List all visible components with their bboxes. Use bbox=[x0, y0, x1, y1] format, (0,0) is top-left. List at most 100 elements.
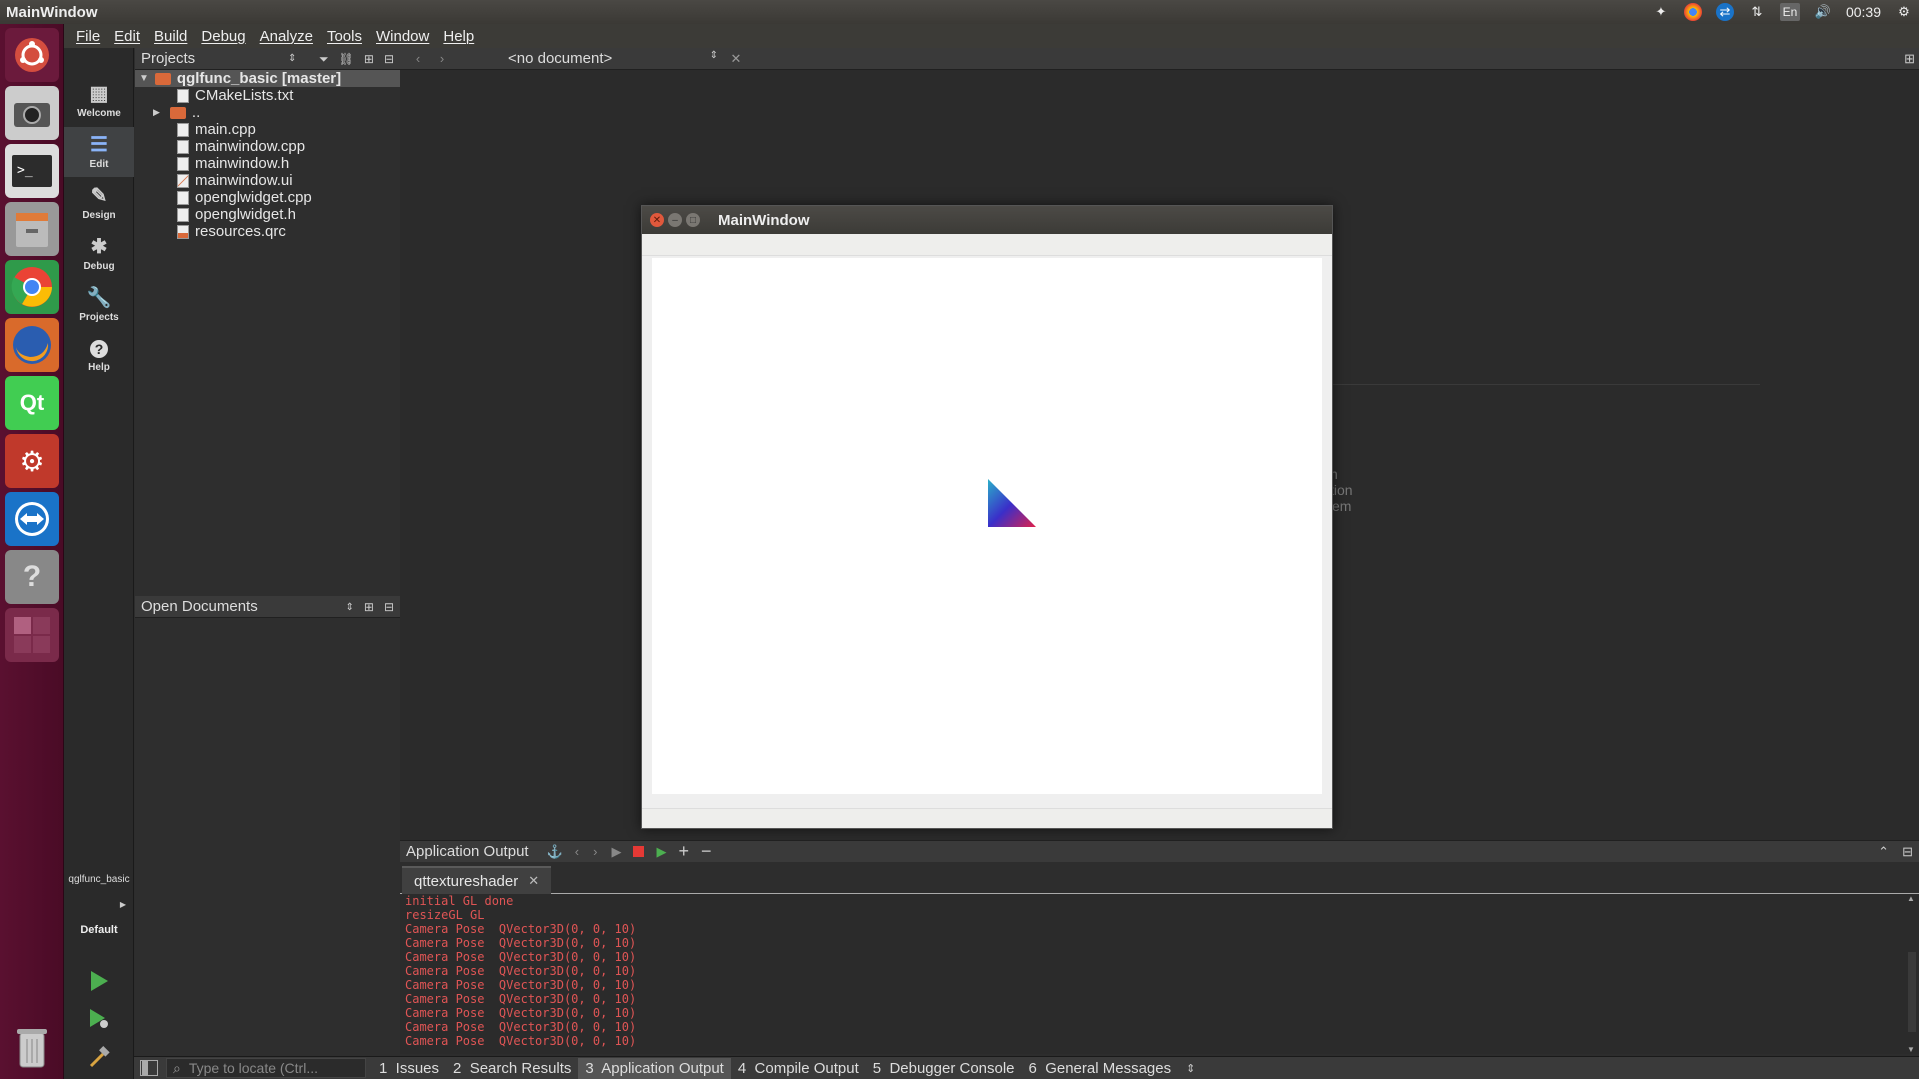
dropbox-icon[interactable]: ✦ bbox=[1652, 3, 1670, 21]
tree-file[interactable]: mainwindow.ui bbox=[135, 172, 400, 189]
close-pane-icon[interactable]: ⊟ bbox=[384, 52, 394, 66]
chrome-icon[interactable] bbox=[5, 260, 59, 314]
keyboard-layout-indicator[interactable]: En bbox=[1779, 3, 1800, 21]
output-scrollbar[interactable]: ▲ ▼ bbox=[1905, 894, 1919, 1054]
mode-edit[interactable]: ☰ Edit bbox=[64, 127, 134, 177]
network-icon[interactable]: ⇅ bbox=[1748, 3, 1766, 21]
tree-file[interactable]: resources.qrc bbox=[135, 223, 400, 240]
tree-file[interactable]: mainwindow.cpp bbox=[135, 138, 400, 155]
more-panes-arrows-icon[interactable]: ⇕ bbox=[1186, 1062, 1195, 1075]
mode-debug[interactable]: ✱ Debug bbox=[64, 229, 134, 279]
close-pane-icon[interactable]: ⊟ bbox=[384, 600, 394, 614]
output-pane-header: Application Output ⚓ ‹ › ▶ ▶ + − ⌃ ⊟ bbox=[400, 840, 1919, 862]
tree-file[interactable]: main.cpp bbox=[135, 121, 400, 138]
tree-file[interactable]: openglwidget.h bbox=[135, 206, 400, 223]
project-root[interactable]: ▼ qglfunc_basic [master] bbox=[135, 70, 400, 87]
opengl-widget[interactable] bbox=[652, 258, 1322, 794]
mode-welcome[interactable]: ▦ Welcome bbox=[64, 76, 134, 126]
tab-compile-output[interactable]: 4 Compile Output bbox=[731, 1058, 866, 1079]
tree-file[interactable]: mainwindow.h bbox=[135, 155, 400, 172]
window-maximize-button[interactable]: □ bbox=[686, 213, 700, 227]
tree-file[interactable]: openglwidget.cpp bbox=[135, 189, 400, 206]
build-button[interactable] bbox=[84, 1042, 114, 1072]
expand-arrow-icon[interactable]: ▶ bbox=[153, 107, 160, 118]
document-selector[interactable]: <no document> ⇕ bbox=[508, 50, 728, 67]
hint-line: tion bbox=[1330, 482, 1353, 498]
tree-folder[interactable]: ▶ .. bbox=[135, 104, 400, 121]
workspace-switcher-icon[interactable] bbox=[5, 608, 59, 662]
screenshot-app-icon[interactable] bbox=[5, 86, 59, 140]
locator-input[interactable]: ⌕ Type to locate (Ctrl... bbox=[166, 1058, 366, 1078]
link-icon[interactable]: ⛓ bbox=[339, 52, 354, 66]
view-selector-arrows-icon[interactable]: ⇕ bbox=[288, 53, 296, 64]
debug-attach-icon[interactable]: ▶ bbox=[656, 844, 666, 860]
menu-window[interactable]: Window bbox=[376, 28, 429, 45]
window-close-button[interactable]: ✕ bbox=[650, 213, 664, 227]
ubuntu-dash-icon[interactable] bbox=[5, 28, 59, 82]
filter-icon[interactable]: ⏷ bbox=[319, 52, 329, 67]
close-pane-icon[interactable]: ⊟ bbox=[1902, 844, 1913, 860]
menu-analyze[interactable]: Analyze bbox=[260, 28, 313, 45]
mode-projects[interactable]: 🔧 Projects bbox=[64, 280, 134, 330]
tab-general-messages[interactable]: 6 General Messages bbox=[1022, 1058, 1179, 1079]
tab-debugger-console[interactable]: 5 Debugger Console bbox=[866, 1058, 1022, 1079]
tree-file[interactable]: CMakeLists.txt bbox=[135, 87, 400, 104]
prev-item-icon[interactable]: ‹ bbox=[575, 844, 579, 859]
terminal-icon[interactable]: >_ bbox=[5, 144, 59, 198]
tab-application-output[interactable]: 3 Application Output bbox=[578, 1057, 731, 1079]
system-settings-icon[interactable]: ⚙ bbox=[5, 434, 59, 488]
menu-help[interactable]: Help bbox=[443, 28, 474, 45]
clock[interactable]: 00:39 bbox=[1846, 4, 1881, 20]
zoom-in-icon[interactable]: + bbox=[678, 841, 689, 862]
split-editor-icon[interactable]: ⊞ bbox=[1904, 51, 1915, 67]
scroll-down-icon[interactable]: ▼ bbox=[1907, 1045, 1915, 1054]
file-icon bbox=[177, 88, 189, 103]
application-output-text[interactable]: initial GL done resizeGL GL Camera Pose … bbox=[400, 894, 1905, 1054]
firefox-icon[interactable] bbox=[5, 318, 59, 372]
projects-panel-title[interactable]: Projects bbox=[141, 50, 195, 67]
mode-design[interactable]: ✎ Design bbox=[64, 178, 134, 228]
split-icon[interactable]: ⊞ bbox=[364, 52, 374, 66]
file-cabinet-icon[interactable] bbox=[5, 202, 59, 256]
kit-selector[interactable]: qglfunc_basic ▶ Default bbox=[64, 868, 134, 968]
menu-edit[interactable]: Edit bbox=[114, 28, 140, 45]
tab-issues[interactable]: 1 Issues bbox=[372, 1058, 446, 1079]
nav-forward-icon[interactable]: › bbox=[434, 51, 450, 66]
teamviewer-tray-icon[interactable]: ⇄ bbox=[1715, 3, 1734, 21]
stop-button[interactable] bbox=[633, 846, 645, 857]
scroll-up-icon[interactable]: ▲ bbox=[1907, 894, 1915, 903]
scroll-thumb[interactable] bbox=[1908, 952, 1916, 1032]
collapse-arrow-icon[interactable]: ▼ bbox=[139, 73, 149, 84]
nav-back-icon[interactable]: ‹ bbox=[410, 51, 426, 66]
open-documents-title[interactable]: Open Documents bbox=[141, 598, 258, 615]
menu-debug[interactable]: Debug bbox=[201, 28, 245, 45]
window-minimize-button[interactable]: – bbox=[668, 213, 682, 227]
debug-run-button[interactable] bbox=[84, 1004, 114, 1034]
tab-search-results[interactable]: 2 Search Results bbox=[446, 1058, 578, 1079]
menu-file[interactable]: File bbox=[76, 28, 100, 45]
close-tab-icon[interactable]: ✕ bbox=[528, 873, 539, 889]
trash-icon[interactable] bbox=[5, 1020, 59, 1074]
menu-tools[interactable]: Tools bbox=[327, 28, 362, 45]
qt-creator-icon[interactable]: Qt bbox=[5, 376, 59, 430]
chrome-tray-icon[interactable] bbox=[1683, 3, 1702, 21]
rerun-button[interactable]: ▶ bbox=[611, 844, 621, 860]
view-selector-arrows-icon[interactable]: ⇕ bbox=[345, 602, 353, 613]
gear-icon[interactable]: ⚙ bbox=[1895, 3, 1913, 21]
mode-help[interactable]: ? Help bbox=[64, 331, 134, 381]
help-app-icon[interactable]: ? bbox=[5, 550, 59, 604]
unity-launcher: >_ Qt ⚙ ? bbox=[0, 24, 64, 1079]
toggle-sidebar-icon[interactable] bbox=[140, 1060, 158, 1076]
maximize-pane-icon[interactable]: ⌃ bbox=[1878, 844, 1889, 860]
split-icon[interactable]: ⊞ bbox=[364, 600, 374, 614]
app-window-titlebar[interactable]: ✕ – □ MainWindow bbox=[642, 206, 1332, 234]
volume-icon[interactable]: 🔊 bbox=[1814, 3, 1832, 21]
close-document-icon[interactable]: ✕ bbox=[728, 51, 744, 67]
output-tab-qttextureshader[interactable]: qttextureshader ✕ bbox=[402, 866, 552, 894]
menu-build[interactable]: Build bbox=[154, 28, 187, 45]
attach-icon[interactable]: ⚓ bbox=[547, 844, 563, 860]
run-button[interactable] bbox=[84, 966, 114, 996]
teamviewer-icon[interactable] bbox=[5, 492, 59, 546]
next-item-icon[interactable]: › bbox=[593, 844, 597, 859]
zoom-out-icon[interactable]: − bbox=[701, 841, 712, 862]
